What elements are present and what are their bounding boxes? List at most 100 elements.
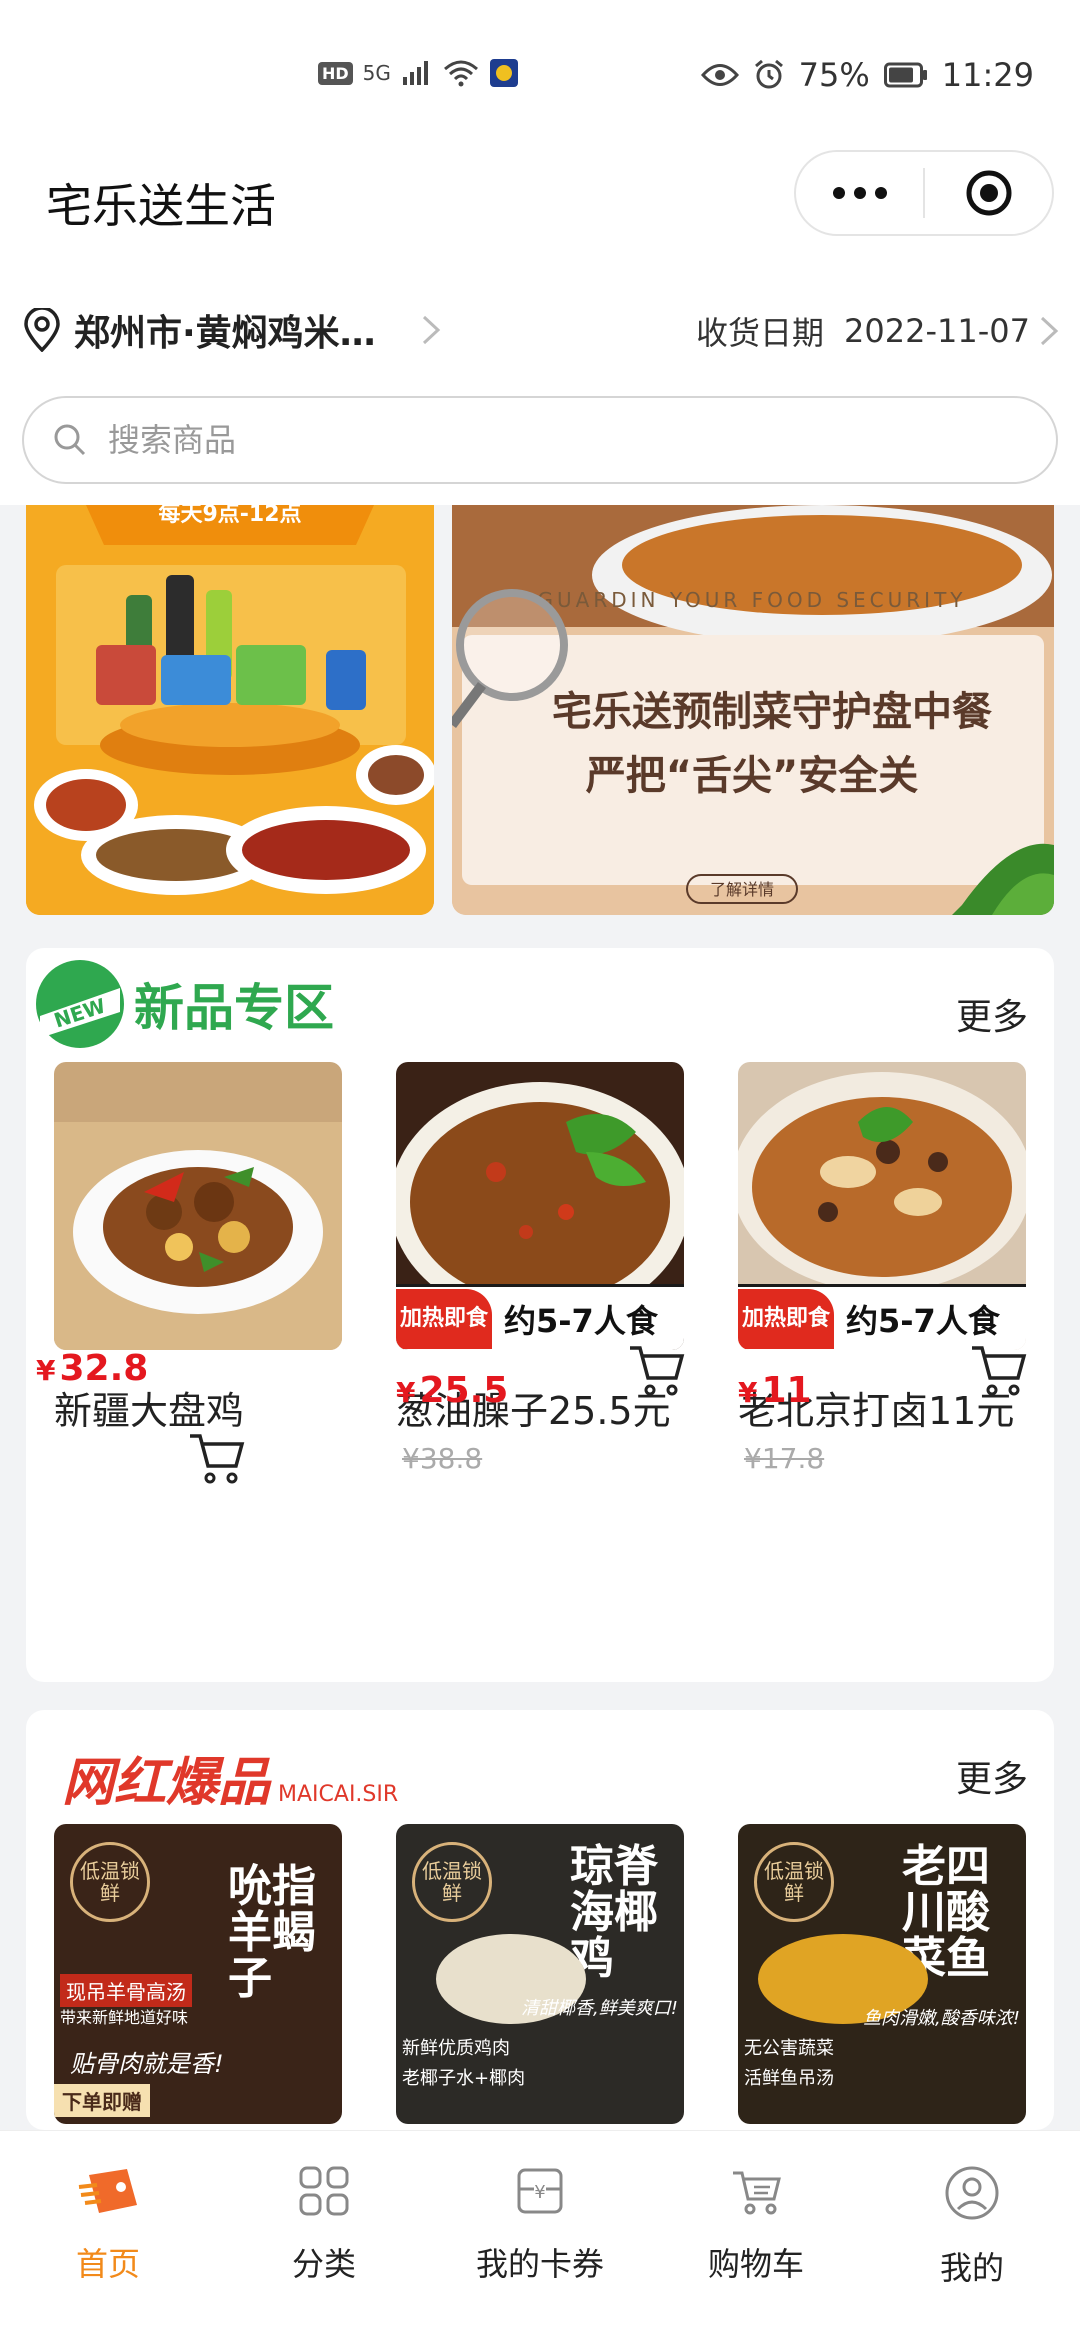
address-selector[interactable]: 郑州市·黄焖鸡米… bbox=[22, 304, 446, 356]
new-section-title: 新品专区 bbox=[134, 979, 334, 1037]
hot-section-subtitle: MAICAI.SIR bbox=[278, 1782, 399, 1807]
product-image: 低温锁鲜 琼脊海椰鸡 新鲜优质鸡肉 老椰子水+椰肉 清甜椰香,鲜美爽口! bbox=[396, 1824, 684, 2124]
product-price: ¥25.5 bbox=[396, 1370, 509, 1411]
svg-text:¥: ¥ bbox=[534, 2182, 545, 2203]
hot-product-card[interactable]: 低温锁鲜 琼脊海椰鸡 新鲜优质鸡肉 老椰子水+椰肉 清甜椰香,鲜美爽口! bbox=[396, 1824, 684, 2124]
app-notification-icon bbox=[489, 59, 518, 87]
hot-product-title: 琼脊海椰鸡 bbox=[570, 1841, 658, 1985]
profile-icon bbox=[945, 2166, 999, 2220]
tab-label: 我的卡券 bbox=[475, 2245, 604, 2283]
hot-section-more-link[interactable]: 更多 bbox=[956, 1750, 1028, 1802]
hot-slogan: 鱼肉滑嫩,酸香味浓! bbox=[863, 2008, 1020, 2029]
hot-products-section: 网红爆品 MAICAI.SIR 更多 低温锁鲜 吮指羊蝎子 现吊羊骨高汤 带来新… bbox=[26, 1710, 1054, 2130]
battery-icon bbox=[883, 62, 927, 88]
location-pin-icon bbox=[24, 308, 60, 352]
chevron-right-icon bbox=[422, 315, 440, 345]
product-price: ¥11 bbox=[738, 1370, 812, 1411]
hot-product-card[interactable]: 低温锁鲜 老四川酸菜鱼 无公害蔬菜 活鲜鱼吊汤 鱼肉滑嫩,酸香味浓! bbox=[738, 1824, 1026, 2124]
address-text: 郑州市·黄焖鸡米… bbox=[74, 313, 376, 354]
cart-icon bbox=[733, 2171, 781, 2215]
hot-slogan: 清甜椰香,鲜美爽口! bbox=[521, 1998, 678, 2019]
product-card[interactable]: 新疆大盘鸡 bbox=[54, 1062, 342, 1433]
hot-section-title: 网红爆品 bbox=[62, 1753, 271, 1813]
tab-label: 分类 bbox=[291, 2245, 356, 2283]
tab-coupons[interactable]: ¥ 我的卡券 bbox=[432, 2131, 648, 2340]
hot-line-2: 带来新鲜地道好味 bbox=[60, 2008, 189, 2027]
slogan-english: GUARDIN YOUR FOOD SECURITY bbox=[538, 588, 967, 612]
fresh-seal: 低温锁鲜 bbox=[754, 1842, 834, 1922]
hot-line-1: 无公害蔬菜 bbox=[744, 2038, 834, 2059]
eye-icon bbox=[700, 64, 739, 86]
clock: 11:29 bbox=[941, 56, 1034, 94]
target-close-icon bbox=[966, 170, 1011, 216]
product-card[interactable]: 加热即食 约5-7人食 老北京打卤11元 bbox=[738, 1062, 1026, 1433]
people-tag: 约5-7人食 bbox=[846, 1301, 1000, 1340]
search-input[interactable] bbox=[108, 421, 908, 459]
hot-line-1: 新鲜优质鸡肉 bbox=[402, 2038, 510, 2059]
wifi-icon bbox=[443, 60, 478, 87]
status-bar: HD 5G 75% 11:29 bbox=[0, 0, 1080, 150]
close-miniapp-button[interactable] bbox=[925, 152, 1052, 234]
product-original-price: ¥17.8 bbox=[744, 1442, 825, 1475]
delivery-date-selector[interactable]: 收货日期 2022-11-07 bbox=[696, 308, 1060, 354]
fresh-seal: 低温锁鲜 bbox=[412, 1842, 492, 1922]
add-to-cart-icon[interactable] bbox=[626, 1340, 686, 1400]
home-icon bbox=[78, 2169, 137, 2213]
product-image: 低温锁鲜 吮指羊蝎子 现吊羊骨高汤 带来新鲜地道好味 贴骨肉就是香! 下单即赠 bbox=[54, 1824, 342, 2124]
heat-tag: 加热即食 bbox=[396, 1288, 492, 1349]
alarm-icon bbox=[754, 59, 783, 89]
hd-badge: HD bbox=[318, 61, 353, 85]
hot-product-card[interactable]: 低温锁鲜 吮指羊蝎子 现吊羊骨高汤 带来新鲜地道好味 贴骨肉就是香! 下单即赠 bbox=[54, 1824, 342, 2124]
hot-product-title: 吮指羊蝎子 bbox=[228, 1861, 316, 2005]
add-to-cart-icon[interactable] bbox=[968, 1340, 1028, 1400]
food-safety-illustration: GUARDIN YOUR FOOD SECURITY 宅乐送预制菜守护盘中餐 严… bbox=[452, 505, 1054, 915]
promo-illustration: 每天9点-12点 bbox=[26, 505, 434, 915]
more-dots-icon bbox=[832, 187, 887, 199]
app-title: 宅乐送生活 bbox=[46, 179, 276, 233]
new-section-more-link[interactable]: 更多 bbox=[956, 988, 1028, 1040]
hot-section-header: 网红爆品 MAICAI.SIR bbox=[62, 1740, 398, 1815]
title-bar: 宅乐送生活 bbox=[0, 150, 1080, 280]
tab-label: 购物车 bbox=[707, 2245, 804, 2283]
search-box[interactable] bbox=[22, 396, 1058, 484]
grid-icon bbox=[299, 2166, 349, 2216]
fresh-seal: 低温锁鲜 bbox=[70, 1842, 150, 1922]
tab-category[interactable]: 分类 bbox=[216, 2131, 432, 2340]
hot-line-2: 老椰子水+椰肉 bbox=[402, 2068, 526, 2089]
more-menu-button[interactable] bbox=[796, 152, 923, 234]
product-image: 加热即食 约5-7人食 bbox=[738, 1062, 1026, 1350]
tab-label: 我的 bbox=[939, 2249, 1004, 2287]
people-tag: 约5-7人食 bbox=[504, 1301, 658, 1340]
coupon-icon: ¥ bbox=[517, 2168, 563, 2214]
product-image: 低温锁鲜 老四川酸菜鱼 无公害蔬菜 活鲜鱼吊汤 鱼肉滑嫩,酸香味浓! bbox=[738, 1824, 1026, 2124]
tab-label: 首页 bbox=[75, 2245, 140, 2283]
slogan-line-1: 宅乐送预制菜守护盘中餐 bbox=[552, 689, 992, 735]
hot-line-2: 活鲜鱼吊汤 bbox=[744, 2068, 834, 2089]
product-image bbox=[54, 1062, 342, 1350]
product-card[interactable]: 加热即食 约5-7人食 葱油臊子25.5元 bbox=[396, 1062, 684, 1433]
delivery-date-label: 收货日期 bbox=[696, 314, 825, 352]
tab-profile[interactable]: 我的 bbox=[864, 2131, 1080, 2340]
promo-banner-right[interactable]: GUARDIN YOUR FOOD SECURITY 宅乐送预制菜守护盘中餐 严… bbox=[452, 505, 1054, 915]
tab-home[interactable]: 首页 bbox=[0, 2131, 216, 2340]
search-area bbox=[0, 380, 1080, 505]
battery-percent: 75% bbox=[798, 56, 870, 94]
status-left: HD 5G bbox=[318, 58, 519, 88]
add-to-cart-icon[interactable] bbox=[186, 1428, 246, 1488]
promo-banner-left[interactable]: 每天9点-12点 bbox=[26, 505, 434, 915]
product-original-price: ¥38.8 bbox=[402, 1442, 483, 1475]
product-price: ¥32.8 bbox=[36, 1348, 149, 1389]
new-badge-icon: NEW bbox=[36, 960, 124, 1048]
location-row: 郑州市·黄焖鸡米… 收货日期 2022-11-07 bbox=[0, 280, 1080, 380]
new-products-section: NEW 新品专区 更多 新疆大盘鸡 ¥32.8 加热即食 约5-7人食 葱油臊子… bbox=[26, 948, 1054, 1682]
signal-label: 5G bbox=[362, 61, 391, 85]
delivery-date-value: 2022-11-07 bbox=[844, 312, 1030, 350]
status-right: 75% 11:29 bbox=[700, 56, 1034, 94]
chevron-right-icon bbox=[1040, 316, 1059, 346]
slogan-line-2: 严把“舌尖”安全关 bbox=[586, 753, 919, 799]
hot-slogan: 贴骨肉就是香! bbox=[70, 2050, 224, 2078]
signal-icon bbox=[402, 61, 428, 85]
search-icon bbox=[54, 424, 86, 456]
hot-line-1: 现吊羊骨高汤 bbox=[60, 1974, 192, 2007]
tab-cart[interactable]: 购物车 bbox=[648, 2131, 864, 2340]
